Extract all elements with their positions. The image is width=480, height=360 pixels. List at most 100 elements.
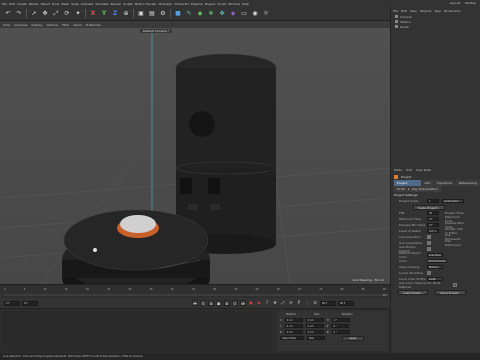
menu-render[interactable]: Render (111, 2, 122, 6)
max-frame-field[interactable]: 90 F (338, 300, 354, 306)
material-manager[interactable] (2, 311, 272, 351)
menu-file[interactable]: File (2, 2, 7, 6)
menu-modes[interactable]: Modes (29, 2, 39, 6)
scale-icon[interactable]: ⤢ (52, 10, 60, 18)
om-menu-view[interactable]: View (410, 9, 417, 13)
previous-frame-icon[interactable]: ◂ (208, 300, 214, 306)
position-key-icon[interactable]: ✥ (272, 300, 278, 306)
position-y-field[interactable]: 0 cm (284, 324, 303, 328)
layout-selector[interactable]: Layout: Startup (450, 1, 476, 5)
menu-animate[interactable]: Animate (81, 2, 94, 6)
timeline[interactable]: 0 5 10 15 20 25 30 35 40 45 50 55 60 65 … (0, 284, 390, 298)
scale-project-button[interactable]: Scale Project... (413, 204, 446, 210)
keyframe-selection-icon[interactable]: ? (264, 300, 270, 306)
next-frame-icon[interactable]: ▸ (224, 300, 230, 306)
camera-icon[interactable]: ◉ (251, 10, 259, 18)
deformer-icon[interactable]: ◈ (229, 10, 237, 18)
preview-min-field[interactable]: 0 F (427, 223, 439, 227)
go-to-end-icon[interactable]: ⏭ (240, 300, 246, 306)
coordinate-system-icon[interactable]: ⊕ (122, 10, 130, 18)
next-key-icon[interactable]: ▷ (232, 300, 238, 306)
object-row-robot[interactable]: Robot (391, 24, 480, 29)
x-axis-icon[interactable]: X (89, 10, 97, 18)
use-motion-system-checkbox[interactable]: ✓ (427, 247, 431, 251)
menu-simulate[interactable]: Simulate (95, 2, 108, 6)
om-menu-objects[interactable]: Objects (420, 9, 431, 13)
render-picture-viewer-icon[interactable]: ▤ (148, 10, 156, 18)
array-icon[interactable]: ❖ (207, 10, 215, 18)
render-view-icon[interactable]: ▣ (137, 10, 145, 18)
subdivision-icon[interactable]: ◆ (196, 10, 204, 18)
floor-icon[interactable]: ▭ (240, 10, 248, 18)
redo-icon[interactable]: ↷ (15, 10, 23, 18)
go-to-start-icon[interactable]: ⏮ (192, 300, 198, 306)
menu-motion-tracker[interactable]: Motion Tracker (135, 2, 157, 6)
rotation-key-icon[interactable]: ⟳ (288, 300, 294, 306)
viewport-menu-display[interactable]: Display (31, 23, 42, 27)
menu-create[interactable]: Create (17, 2, 27, 6)
viewport-menu-cameras[interactable]: Cameras (14, 23, 27, 27)
edit-render-settings-icon[interactable]: ⚙ (159, 10, 167, 18)
move-icon[interactable]: ✥ (41, 10, 49, 18)
am-menu-edit[interactable]: Edit (406, 168, 412, 172)
previous-key-icon[interactable]: ◁ (200, 300, 206, 306)
autokey-icon[interactable]: ◉ (256, 300, 262, 306)
viewport-menu-view[interactable]: View (3, 23, 10, 27)
end-frame-field[interactable]: 90 F (320, 300, 336, 306)
menu-plugins[interactable]: Plugins (205, 2, 216, 6)
am-menu-user-data[interactable]: User Data (416, 168, 431, 172)
scale-unit-select[interactable]: Centimeters (442, 199, 464, 203)
load-preset-button[interactable]: Load Preset... (398, 290, 429, 295)
tab-referencing[interactable]: Referencing (456, 180, 480, 186)
menu-snap[interactable]: Snap (71, 2, 79, 6)
robot-vacuum[interactable] (62, 209, 210, 284)
viewport-menu-panel[interactable]: Panel (74, 23, 82, 27)
viewport-menu-options[interactable]: Options (47, 23, 59, 27)
cube-icon[interactable]: ■ (174, 10, 182, 18)
point-level-key-icon[interactable]: ⋮ (304, 300, 310, 306)
menu-window[interactable]: Window (228, 2, 240, 6)
y-axis-icon[interactable]: Y (100, 10, 108, 18)
menu-script[interactable]: Script (218, 2, 227, 6)
om-menu-tags[interactable]: Tags (434, 9, 441, 13)
size-mode-select[interactable]: Size (307, 336, 325, 340)
min-time-field[interactable]: 0 F (427, 217, 439, 221)
rotation-p-field[interactable]: 0 ° (331, 324, 350, 328)
light-icon[interactable]: ☼ (262, 10, 270, 18)
undo-icon[interactable]: ↶ (4, 10, 12, 18)
color-swatch[interactable] (427, 259, 447, 263)
z-axis-icon[interactable]: Z (111, 10, 119, 18)
menu-mograph[interactable]: MoGraph (159, 2, 173, 6)
save-preset-button[interactable]: Save Preset... (435, 290, 466, 295)
play-icon[interactable]: ▶ (216, 300, 222, 306)
viewport-menu-prorender[interactable]: ProRender (86, 23, 101, 27)
project-scale-field[interactable]: 1 (427, 199, 439, 203)
menu-select[interactable]: Select (41, 2, 50, 6)
tab-key-interpolation[interactable]: Key Interpolation (409, 186, 441, 192)
rotation-h-field[interactable]: 0 ° (331, 318, 350, 322)
timeline-track[interactable] (4, 294, 386, 296)
recent-tools-icon[interactable]: ✦ (74, 10, 82, 18)
am-menu-mode[interactable]: Mode (394, 168, 402, 172)
pen-icon[interactable]: ✎ (185, 10, 193, 18)
start-frame-field[interactable]: 0 F (4, 300, 20, 306)
node-material-checkbox[interactable] (453, 283, 457, 287)
default-object-color-select[interactable]: Gray Blue (427, 253, 443, 257)
om-menu-edit[interactable]: Edit (401, 9, 407, 13)
rotation-b-field[interactable]: 0 ° (331, 330, 350, 334)
camera-label[interactable]: Default Camera * (140, 29, 173, 33)
menu-mesh[interactable]: Mesh (61, 2, 69, 6)
menu-help[interactable]: Help (242, 2, 249, 6)
live-selection-icon[interactable]: ➚ (30, 10, 38, 18)
position-z-field[interactable]: 0 cm (284, 330, 303, 334)
coordinate-mode-select[interactable]: Object (Rel) (280, 336, 304, 340)
record-icon[interactable]: ● (248, 300, 254, 306)
tab-to-do[interactable]: To Do (394, 186, 409, 192)
use-animation-checkbox[interactable]: ✓ (427, 235, 431, 239)
om-menu-file[interactable]: File (393, 9, 398, 13)
menu-sculpt[interactable]: Sculpt (123, 2, 132, 6)
menu-tools[interactable]: Tools (52, 2, 59, 6)
current-frame-field[interactable]: 0 F (22, 300, 38, 306)
om-menu-bookmarks[interactable]: Bookmarks (444, 9, 461, 13)
scale-key-icon[interactable]: ⤢ (280, 300, 286, 306)
